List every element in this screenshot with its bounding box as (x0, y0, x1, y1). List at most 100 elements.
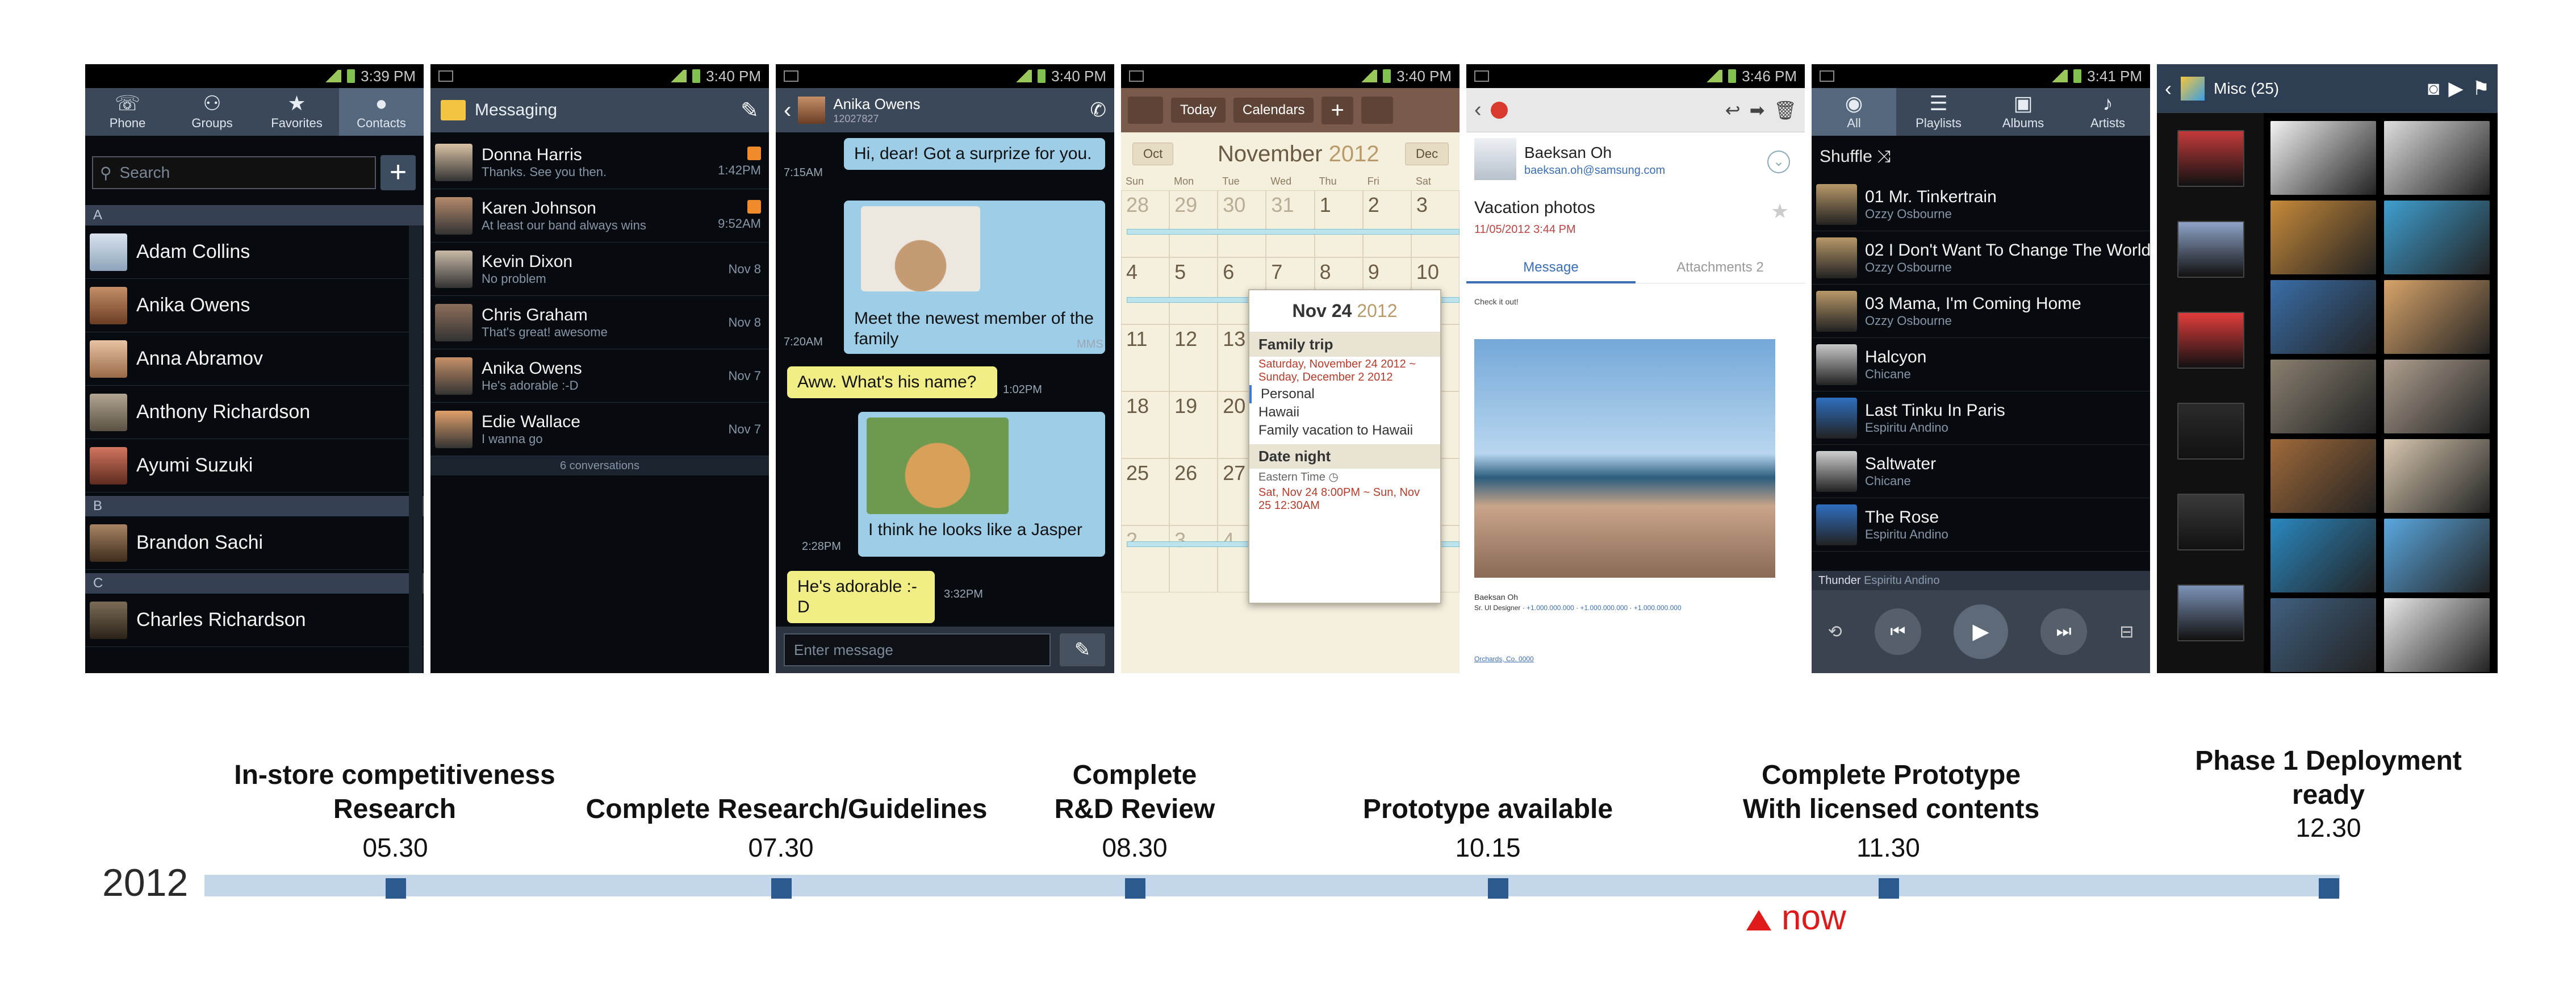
queue-icon[interactable]: ⊟ (2119, 622, 2134, 642)
contact-row[interactable]: Brandon Sachi (85, 516, 424, 570)
contact-row[interactable]: Anika Owens (85, 279, 424, 332)
calendar-day-cell[interactable]: 12 (1169, 324, 1218, 391)
track-row[interactable]: Saltwater Chicane (1812, 445, 2150, 498)
photo-thumbnail[interactable] (2384, 519, 2490, 592)
calendar-day-cell[interactable]: 18 (1121, 391, 1170, 458)
tab-playlists[interactable]: ☰ Playlists (1896, 88, 1981, 136)
photo-thumbnail[interactable] (2384, 439, 2490, 513)
conversation-row[interactable]: Donna Harris Thanks. See you then. 1:42PM (430, 136, 769, 189)
compose-icon[interactable]: ✎ (741, 98, 759, 123)
slideshow-icon[interactable]: ▶ (2448, 77, 2463, 100)
tab-groups[interactable]: ⚇ Groups (170, 88, 254, 136)
view-mode-icon[interactable] (1128, 97, 1163, 124)
album-thumbnail[interactable] (2177, 130, 2244, 187)
track-row[interactable]: 02 I Don't Want To Change The World Ozzy … (1812, 231, 2150, 285)
photo-thumbnail[interactable] (2384, 121, 2490, 195)
tab-phone[interactable]: ☏ Phone (85, 88, 170, 136)
delete-icon[interactable]: 🗑 (1774, 99, 1797, 121)
contact-row[interactable]: Adam Collins (85, 226, 424, 279)
reply-icon[interactable]: ↩ (1725, 99, 1741, 121)
alphabet-index-scrollbar[interactable] (409, 226, 423, 673)
calendar-day-cell[interactable]: 19 (1169, 391, 1218, 458)
expand-icon[interactable]: ⌄ (1767, 151, 1790, 173)
family-photo[interactable] (1474, 339, 1775, 578)
event-title[interactable]: Family trip (1249, 332, 1440, 357)
track-row[interactable]: Last Tinku In Paris Espiritu Andino (1812, 391, 2150, 445)
next-month-button[interactable]: Dec (1405, 143, 1449, 165)
now-playing-bar[interactable]: Thunder Espiritu Andino (1812, 571, 2150, 590)
sender-email[interactable]: baeksan.oh@samsung.com (1524, 164, 1665, 177)
photo-thumbnail[interactable] (2384, 201, 2490, 274)
photo-thumbnail[interactable] (2270, 439, 2376, 513)
photo-thumbnail[interactable] (2270, 280, 2376, 354)
calendar-day-cell[interactable]: 29 (1169, 190, 1218, 257)
album-thumbnail[interactable] (2177, 221, 2244, 278)
back-icon[interactable]: ‹ (1474, 98, 1482, 122)
attach-icon[interactable]: ✎ (1060, 633, 1105, 666)
calendar-day-cell[interactable]: 1 (1314, 190, 1363, 257)
track-row[interactable]: The Rose Espiritu Andino (1812, 498, 2150, 552)
calendar-day-cell[interactable]: 25 (1121, 458, 1170, 525)
add-event-icon[interactable]: + (1322, 96, 1353, 124)
calendar-day-cell[interactable]: 4 (1121, 257, 1170, 324)
repeat-icon[interactable]: ⟲ (1828, 622, 1842, 642)
add-contact-button[interactable]: + (380, 155, 416, 190)
phone-link[interactable]: +1.000.000.000 (1527, 604, 1574, 612)
phone-link[interactable]: +1.000.000.000 (1580, 604, 1628, 612)
track-row[interactable]: 03 Mama, I'm Coming Home Ozzy Osbourne (1812, 285, 2150, 338)
conversation-row[interactable]: Edie Wallace I wanna go Nov 7 (430, 403, 769, 456)
tab-contacts[interactable]: ● Contacts (339, 88, 424, 136)
share-icon[interactable]: ⚑ (2473, 77, 2490, 100)
photo-thumbnail[interactable] (2270, 598, 2376, 672)
calendar-day-cell[interactable]: 30 (1218, 190, 1266, 257)
back-icon[interactable]: ‹ (784, 98, 791, 123)
album-thumbnail[interactable] (2177, 494, 2244, 550)
conversation-row[interactable]: Chris Graham That's great! awesome Nov 8 (430, 296, 769, 349)
photo-thumbnail[interactable] (2270, 360, 2376, 433)
photo-thumbnail[interactable] (2270, 519, 2376, 592)
today-button[interactable]: Today (1171, 98, 1226, 123)
calendar-day-cell[interactable]: 2 (1362, 190, 1411, 257)
star-icon[interactable]: ★ (1771, 199, 1789, 223)
album-thumbnail[interactable] (2177, 585, 2244, 641)
call-icon[interactable]: ✆ (1090, 99, 1107, 122)
conversation-row[interactable]: Karen Johnson At least our band always wi… (430, 189, 769, 243)
photo-thumbnail[interactable] (2384, 598, 2490, 672)
calendar-day-cell[interactable]: 28 (1121, 190, 1170, 257)
tab-all[interactable]: ◉ All (1812, 88, 1896, 136)
contact-row[interactable]: Charles Richardson (85, 594, 424, 647)
next-icon[interactable]: ⏭ (2040, 608, 2088, 655)
shuffle-button[interactable]: Shuffle ⤨ (1820, 147, 1891, 166)
album-thumbnail[interactable] (2177, 403, 2244, 460)
tab-attachments[interactable]: Attachments 2 (1636, 252, 1805, 283)
contact-row[interactable]: Anthony Richardson (85, 386, 424, 439)
tab-albums[interactable]: ▣ Albums (1981, 88, 2065, 136)
calendar-day-cell[interactable]: 11 (1121, 324, 1170, 391)
calendars-button[interactable]: Calendars (1233, 98, 1314, 123)
search-input[interactable]: ⚲ Search (92, 156, 376, 189)
dog-photo[interactable] (867, 418, 1009, 514)
prev-month-button[interactable]: Oct (1132, 143, 1174, 165)
conversation-row[interactable]: Kevin Dixon No problem Nov 8 (430, 243, 769, 296)
play-icon[interactable]: ▶ (1953, 604, 2008, 659)
calendar-day-cell[interactable]: 31 (1266, 190, 1315, 257)
calendar-day-cell[interactable]: 26 (1169, 458, 1218, 525)
phone-link[interactable]: +1.000.000.000 (1634, 604, 1682, 612)
calendar-day-cell[interactable]: 3 (1169, 525, 1218, 592)
puppy-photo[interactable] (861, 206, 980, 291)
forward-icon[interactable]: ➡ (1750, 99, 1765, 121)
calendar-day-cell[interactable]: 3 (1411, 190, 1460, 257)
camera-icon[interactable]: ◙ (2428, 78, 2440, 100)
album-thumbnail[interactable] (2177, 312, 2244, 369)
tab-favorites[interactable]: ★ Favorites (254, 88, 339, 136)
photo-thumbnail[interactable] (2270, 121, 2376, 195)
calendar-day-cell[interactable]: 5 (1169, 257, 1218, 324)
message-input[interactable]: Enter message (784, 633, 1051, 666)
track-row[interactable]: 01 Mr. Tinkertrain Ozzy Osbourne (1812, 178, 2150, 231)
photo-thumbnail[interactable] (2384, 360, 2490, 433)
conversation-row[interactable]: Anika Owens He's adorable :-D Nov 7 (430, 349, 769, 403)
tab-artists[interactable]: ♪ Artists (2065, 88, 2150, 136)
address-link[interactable]: Orchards, Co. 0000 (1474, 655, 1534, 663)
previous-icon[interactable]: ⏮ (1874, 608, 1921, 655)
photo-thumbnail[interactable] (2270, 201, 2376, 274)
